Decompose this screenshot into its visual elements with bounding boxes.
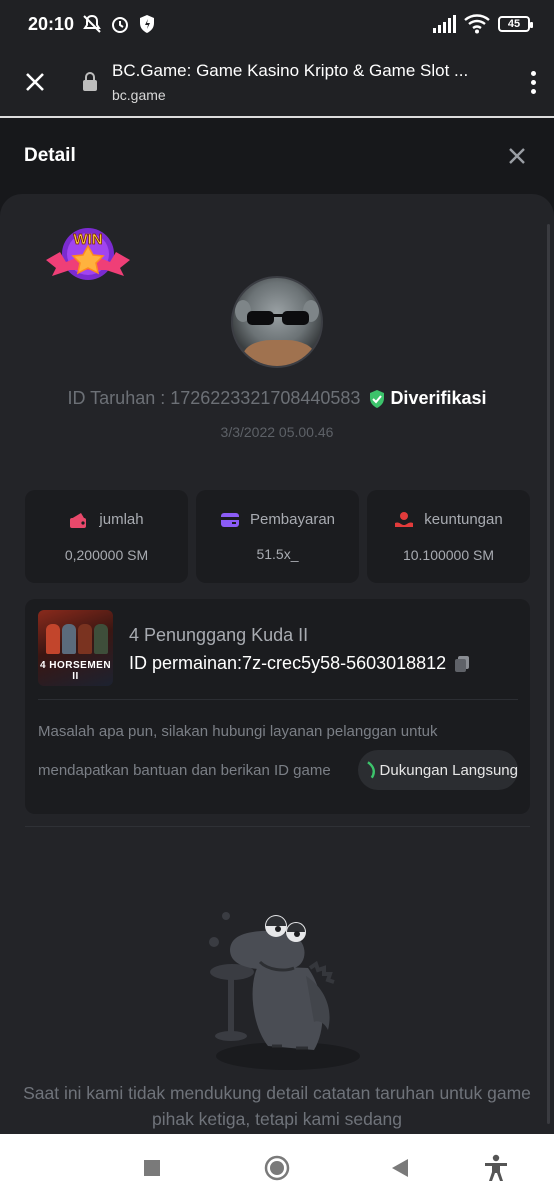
crocodile-mascot-icon — [209, 912, 360, 1070]
stat-value: 0,200000 SM — [64, 546, 149, 563]
thumb-figure — [94, 624, 108, 654]
win-badge-icon: WIN — [46, 228, 130, 280]
game-card: 4 HORSEMEN II 4 Penunggang Kuda II ID pe… — [25, 599, 530, 814]
close-icon — [26, 73, 44, 91]
verified-label: Diverifikasi — [390, 388, 487, 408]
game-id: ID permainan:7z-crec5y58-5603018812 — [129, 653, 447, 673]
bet-id-row: ID Taruhan : 1726223321708440583 Diverif… — [0, 388, 554, 409]
stat-card-amount: jumlah 0,200000 SM — [25, 490, 188, 583]
stat-value: 51.5x_ — [256, 546, 299, 562]
stat-label-row: Pembayaran — [220, 511, 335, 528]
home-circle-icon — [264, 1155, 290, 1181]
signal-icon — [433, 15, 456, 33]
stat-label: Pembayaran — [249, 511, 336, 528]
stat-label: jumlah — [99, 511, 144, 528]
status-bar: 20:10 45 — [0, 0, 554, 48]
detail-header: Detail — [0, 120, 554, 192]
back-button[interactable] — [386, 1154, 414, 1182]
browser-bar: BC.Game: Game Kasino Kripto & Game Slot … — [0, 48, 554, 118]
browser-close-button[interactable] — [18, 65, 52, 99]
lock-icon[interactable] — [78, 72, 102, 92]
shield-icon — [140, 15, 155, 33]
win-badge-text: WIN — [73, 231, 102, 248]
alarm-icon — [112, 17, 129, 33]
card-icon — [220, 512, 239, 527]
square-icon — [144, 1160, 160, 1176]
support-text-line2: mendapatkan bantuan dan berikan ID game — [38, 762, 331, 779]
live-support-label: Dukungan Langsung — [379, 761, 518, 779]
support-icon — [367, 761, 375, 779]
wifi-icon — [464, 14, 490, 34]
stat-label-row: keuntungan — [394, 511, 503, 529]
mute-icon — [83, 14, 101, 33]
status-left-icons — [82, 14, 156, 34]
thumb-figure — [78, 624, 92, 654]
dot-icon — [531, 79, 536, 85]
accessibility-button[interactable] — [482, 1154, 510, 1182]
bet-detail-panel: WIN ID Taruhan : 1726223321708440583 Div… — [0, 194, 554, 1134]
url-block[interactable]: BC.Game: Game Kasino Kripto & Game Slot … — [112, 61, 492, 103]
divider — [38, 699, 518, 700]
accessibility-icon — [485, 1154, 507, 1181]
detail-title: Detail — [24, 145, 76, 166]
stat-label-row: jumlah — [69, 511, 144, 529]
battery-level: 45 — [507, 18, 521, 30]
stat-card-payout: Pembayaran 51.5x_ — [196, 490, 359, 583]
battery-icon: 45 — [498, 16, 533, 32]
avatar-robe — [243, 340, 315, 366]
more-options-button[interactable] — [531, 70, 536, 94]
game-id-row: ID permainan:7z-crec5y58-5603018812 — [129, 653, 472, 674]
dot-icon — [531, 88, 536, 94]
profit-icon — [395, 511, 414, 527]
game-name: 4 Penunggang Kuda II — [129, 625, 309, 645]
page-domain: bc.game — [112, 87, 166, 103]
bet-stats: jumlah 0,200000 SM Pembayaran 51.5x_ keu… — [25, 490, 530, 583]
scrollbar[interactable] — [547, 224, 550, 1124]
player-avatar[interactable] — [231, 276, 323, 368]
third-party-notice: Saat ini kami tidak mendukung detail cat… — [23, 1083, 531, 1129]
verified-shield-icon — [370, 389, 385, 408]
live-support-button[interactable]: Dukungan Langsung — [358, 750, 518, 790]
recents-button[interactable] — [138, 1154, 166, 1182]
system-nav-bar — [0, 1134, 554, 1200]
game-thumbnail[interactable]: 4 HORSEMEN II — [38, 610, 113, 686]
wallet-icon — [70, 512, 87, 528]
sunglasses-icon — [247, 311, 309, 325]
stat-label: keuntungan — [424, 511, 503, 528]
support-text-line1: Masalah apa pun, silakan hubungi layanan… — [38, 723, 438, 740]
bet-date: 3/3/2022 05.00.46 — [220, 424, 334, 440]
thumb-figure — [46, 624, 60, 654]
detail-close-button[interactable] — [504, 143, 530, 169]
bet-id: ID Taruhan : 1726223321708440583 — [67, 388, 361, 408]
close-icon — [509, 148, 525, 164]
copy-icon[interactable] — [452, 654, 472, 674]
thumb-text: 4 HORSEMEN II — [39, 660, 112, 682]
stat-value: 10.100000 SM — [402, 546, 495, 563]
home-button[interactable] — [263, 1154, 291, 1182]
stat-card-profit: keuntungan 10.100000 SM — [367, 490, 530, 583]
thumb-figure — [62, 624, 76, 654]
divider — [25, 826, 530, 827]
status-right-icons: 45 — [432, 14, 533, 34]
back-triangle-icon — [392, 1159, 408, 1177]
dot-icon — [531, 70, 536, 76]
verified-badge: Diverifikasi — [368, 388, 487, 409]
status-time: 20:10 — [28, 13, 75, 34]
page-title: BC.Game: Game Kasino Kripto & Game Slot … — [112, 61, 469, 80]
